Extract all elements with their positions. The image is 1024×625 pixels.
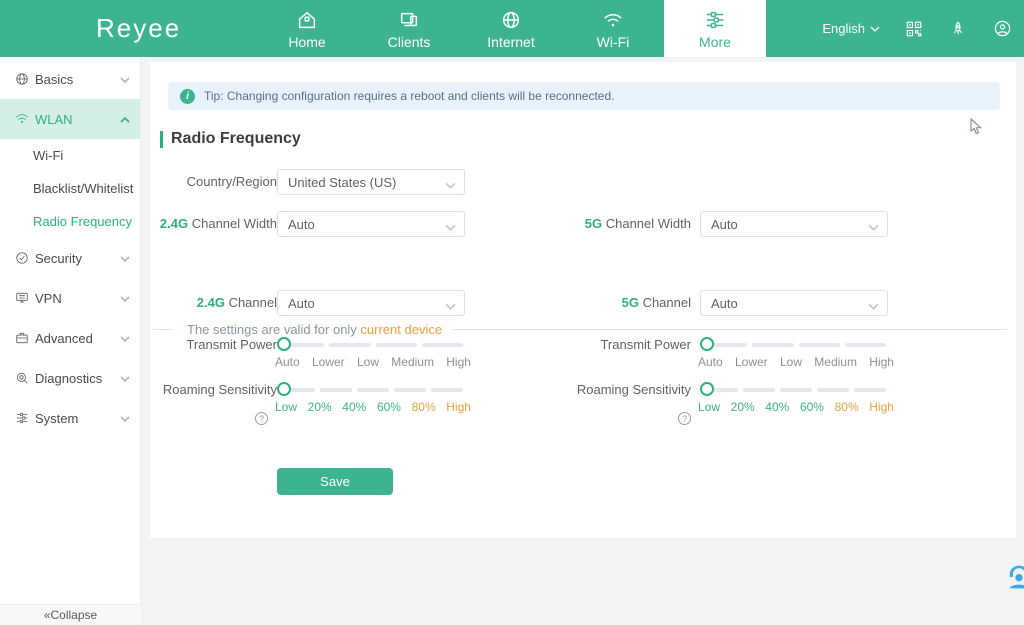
roaming-sensitivity-slider-5 xyxy=(702,382,886,398)
ch24-select[interactable]: Auto xyxy=(277,290,465,316)
header-controls: English xyxy=(822,0,1012,57)
slider-track xyxy=(706,343,886,347)
chevron-down-icon xyxy=(445,220,456,235)
sidebar-item-system[interactable]: System xyxy=(0,398,140,438)
chevron-down-icon xyxy=(120,411,130,426)
chevron-down-icon xyxy=(120,291,130,306)
transmit-power-stops-24: AutoLowerLowMediumHigh xyxy=(275,355,471,369)
divider-line xyxy=(452,329,1007,330)
reyee-logo: Reyee xyxy=(96,13,181,44)
shield-check-icon xyxy=(14,250,30,266)
chevron-down-icon xyxy=(868,220,879,235)
roaming-sensitivity-slider-24 xyxy=(279,382,463,398)
upgrade-rocket-icon[interactable] xyxy=(948,19,968,39)
system-sliders-icon xyxy=(14,410,30,426)
sidebar-item-vpn[interactable]: VPN xyxy=(0,278,140,318)
transmit-power-label-5: Transmit Power xyxy=(540,332,691,358)
chevron-down-icon xyxy=(120,371,130,386)
radio-frequency-panel: i Tip: Changing configuration requires a… xyxy=(150,62,1016,538)
title-accent-bar xyxy=(160,131,163,148)
ch24-width-select[interactable]: Auto xyxy=(277,211,465,237)
page-title: Radio Frequency xyxy=(171,130,301,148)
ch24-label: 2.4G Channel xyxy=(159,290,277,316)
page-title-block: Radio Frequency xyxy=(160,130,301,148)
main-nav: Home Clients Internet Wi-Fi More xyxy=(256,0,766,57)
chevron-down-icon xyxy=(120,72,130,87)
chevron-down-icon xyxy=(445,299,456,314)
wifi-icon xyxy=(601,8,625,32)
sidebar: Basics WLAN Wi-Fi Blacklist/Whitelist Ra… xyxy=(0,57,141,625)
sidebar-item-advanced[interactable]: Advanced xyxy=(0,318,140,358)
more-sliders-icon xyxy=(704,8,726,32)
mouse-cursor xyxy=(970,118,983,141)
home-icon xyxy=(296,8,318,32)
nav-tab-more[interactable]: More xyxy=(664,0,766,57)
language-selector[interactable]: English xyxy=(822,21,880,36)
roaming-sensitivity-label-24: Roaming Sensitivity xyxy=(159,377,277,403)
nav-tab-wifi[interactable]: Wi-Fi xyxy=(562,0,664,57)
chevron-down-icon xyxy=(120,331,130,346)
clients-icon xyxy=(398,8,420,32)
slider-handle[interactable] xyxy=(277,382,291,396)
chevron-down-icon xyxy=(870,21,880,36)
country-region-label: Country/Region xyxy=(159,169,277,195)
ch5-width-select[interactable]: Auto xyxy=(700,211,888,237)
transmit-power-stops-5: AutoLowerLowMediumHigh xyxy=(698,355,894,369)
ch5-label: 5G Channel xyxy=(540,290,691,316)
qr-code-icon[interactable] xyxy=(904,19,924,39)
diagnostics-magnifier-icon xyxy=(14,370,30,386)
roaming-sensitivity-label-5: Roaming Sensitivity xyxy=(540,377,691,403)
wifi-icon xyxy=(14,111,30,127)
ch24-width-label: 2.4G Channel Width xyxy=(159,211,277,237)
tip-text: Tip: Changing configuration requires a r… xyxy=(204,89,614,103)
nav-tab-internet[interactable]: Internet xyxy=(460,0,562,57)
roaming-help-icon-5[interactable]: ? xyxy=(678,412,691,425)
country-region-select[interactable]: United States (US) xyxy=(277,169,465,195)
sidebar-item-diagnostics[interactable]: Diagnostics xyxy=(0,358,140,398)
sidebar-item-blacklist-whitelist[interactable]: Blacklist/Whitelist xyxy=(0,172,140,205)
sidebar-item-basics[interactable]: Basics xyxy=(0,59,140,99)
slider-track xyxy=(283,388,463,392)
sidebar-item-security[interactable]: Security xyxy=(0,238,140,278)
sidebar-collapse-button[interactable]: «Collapse xyxy=(0,604,141,625)
roaming-sensitivity-stops-24: Low20%40%60%80%High xyxy=(275,400,471,414)
briefcase-icon xyxy=(14,330,30,346)
ch5-width-label: 5G Channel Width xyxy=(540,211,691,237)
chevron-up-icon xyxy=(120,112,130,127)
divider-line xyxy=(153,329,173,330)
customer-support-icon[interactable] xyxy=(1002,560,1024,594)
roaming-sensitivity-stops-5: Low20%40%60%80%High xyxy=(698,400,894,414)
slider-handle[interactable] xyxy=(277,337,291,351)
nav-tab-clients[interactable]: Clients xyxy=(358,0,460,57)
transmit-power-label-24: Transmit Power xyxy=(159,332,277,358)
sidebar-item-wlan[interactable]: WLAN xyxy=(0,99,140,139)
transmit-power-slider-5 xyxy=(702,337,886,353)
slider-handle[interactable] xyxy=(700,382,714,396)
sidebar-item-radio-frequency[interactable]: Radio Frequency xyxy=(0,205,140,238)
nav-tab-home[interactable]: Home xyxy=(256,0,358,57)
globe-icon xyxy=(14,71,30,87)
sidebar-item-wifi[interactable]: Wi-Fi xyxy=(0,139,140,172)
account-icon[interactable] xyxy=(992,19,1012,39)
slider-track xyxy=(283,343,463,347)
transmit-power-slider-24 xyxy=(279,337,463,353)
top-nav-bar: Reyee Home Clients Internet Wi-Fi xyxy=(0,0,1024,57)
slider-handle[interactable] xyxy=(700,337,714,351)
roaming-help-icon-24[interactable]: ? xyxy=(255,412,268,425)
ch5-select[interactable]: Auto xyxy=(700,290,888,316)
internet-globe-icon xyxy=(500,8,522,32)
info-icon: i xyxy=(180,89,195,104)
current-device-highlight: current device xyxy=(360,322,442,337)
tip-banner: i Tip: Changing configuration requires a… xyxy=(168,82,1000,110)
chevron-down-icon xyxy=(120,251,130,266)
chevron-down-icon xyxy=(445,178,456,193)
chevron-down-icon xyxy=(868,299,879,314)
slider-track xyxy=(706,388,886,392)
save-button[interactable]: Save xyxy=(277,468,393,495)
vpn-monitor-icon xyxy=(14,290,30,306)
